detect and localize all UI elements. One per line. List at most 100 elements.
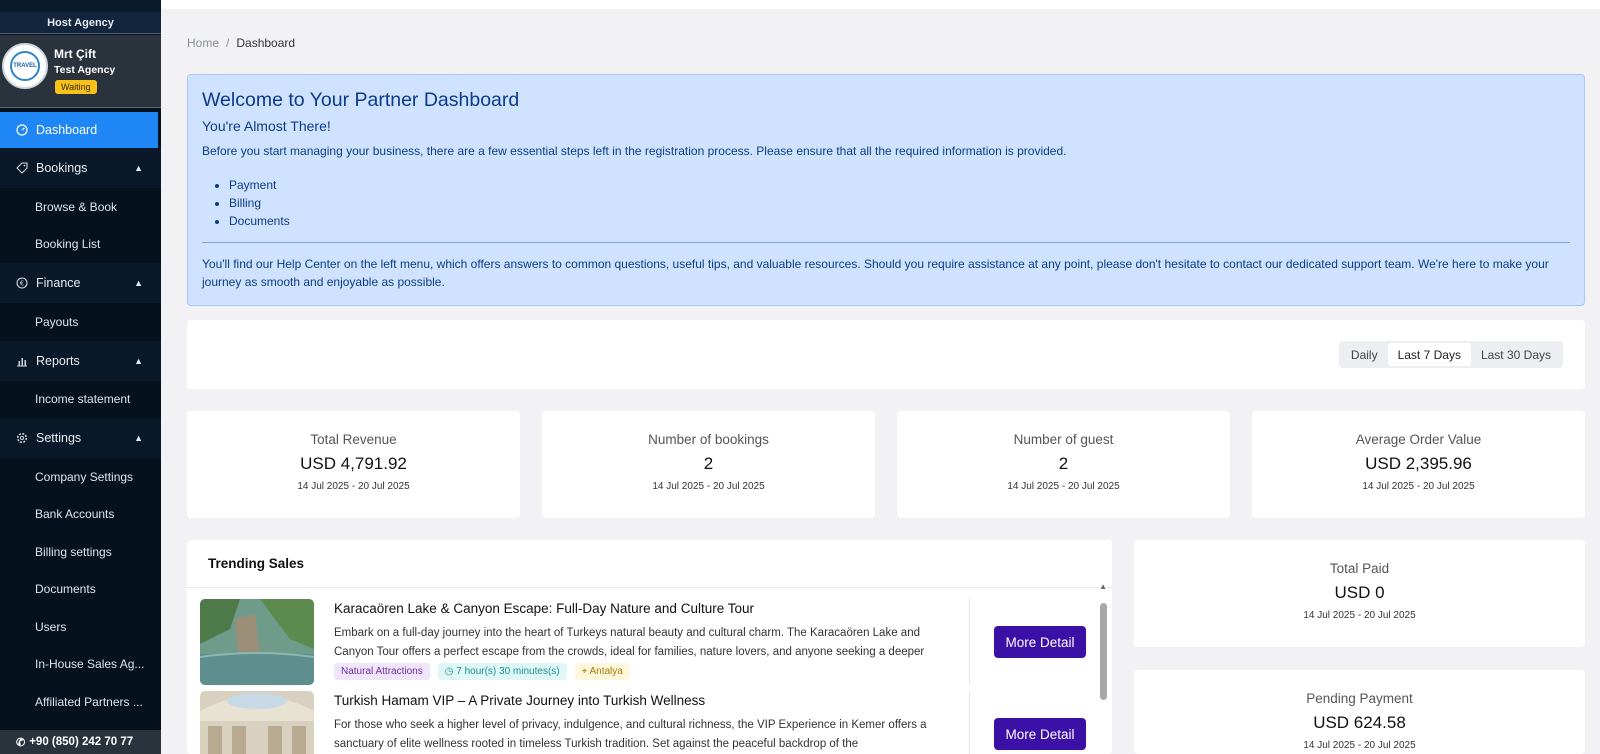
stat-label: Total Revenue bbox=[310, 432, 397, 447]
sidebar-item-label: Dashboard bbox=[36, 123, 98, 137]
filter-last-7-days[interactable]: Last 7 Days bbox=[1387, 343, 1471, 366]
list-item: Documents bbox=[229, 212, 1570, 230]
divider bbox=[969, 599, 970, 685]
breadcrumb-current: Dashboard bbox=[236, 36, 296, 50]
sidebar-item-finance[interactable]: € Finance ▲ bbox=[0, 263, 161, 303]
stat-label: Number of guest bbox=[1013, 432, 1114, 447]
tour-thumbnail[interactable] bbox=[200, 691, 314, 754]
tour-thumbnail[interactable] bbox=[200, 599, 314, 685]
agency-type-label: Host Agency bbox=[0, 0, 161, 34]
phone-number: +90 (850) 242 70 77 bbox=[29, 736, 134, 748]
support-phone[interactable]: ✆ +90 (850) 242 70 77 bbox=[0, 730, 161, 754]
sidebar: Host Agency TRAVEL Mrt Çift Test Agency … bbox=[0, 0, 161, 754]
avatar: TRAVEL bbox=[2, 43, 48, 89]
sidebar-item-browse-book[interactable]: Browse & Book bbox=[0, 188, 161, 226]
stat-date-range: 14 Jul 2025 - 20 Jul 2025 bbox=[1007, 481, 1120, 492]
bar-chart-icon bbox=[15, 354, 28, 367]
stat-date-range: 14 Jul 2025 - 20 Jul 2025 bbox=[1303, 740, 1416, 751]
welcome-alert: Welcome to Your Partner Dashboard You're… bbox=[187, 74, 1585, 306]
stat-value: USD 624.58 bbox=[1313, 713, 1406, 732]
stat-card-total-revenue: Total Revenue USD 4,791.92 14 Jul 2025 -… bbox=[187, 411, 520, 518]
location-tag: ⌖ Antalya bbox=[574, 663, 630, 680]
stat-value: USD 0 bbox=[1334, 583, 1385, 602]
category-tag: Natural Attractions bbox=[334, 663, 430, 680]
sidebar-item-label: Reports bbox=[36, 353, 80, 368]
sidebar-item-billing-settings[interactable]: Billing settings bbox=[0, 533, 161, 571]
more-detail-button[interactable]: More Detail bbox=[994, 718, 1086, 750]
stat-date-range: 14 Jul 2025 - 20 Jul 2025 bbox=[297, 481, 410, 492]
profile-name: Mrt Çift bbox=[54, 47, 96, 61]
chevron-up-icon: ▲ bbox=[134, 278, 143, 288]
filter-last-30-days[interactable]: Last 30 Days bbox=[1471, 343, 1561, 366]
sidebar-item-in-house-sales[interactable]: In-House Sales Ag... bbox=[0, 646, 161, 684]
gear-icon bbox=[15, 432, 28, 445]
stat-card-average-order: Average Order Value USD 2,395.96 14 Jul … bbox=[1252, 411, 1585, 518]
sidebar-item-users[interactable]: Users bbox=[0, 608, 161, 646]
scroll-up-arrow-icon[interactable]: ▲ bbox=[1099, 582, 1107, 591]
profile-card[interactable]: TRAVEL Mrt Çift Test Agency Waiting bbox=[0, 35, 161, 108]
chevron-up-icon: ▲ bbox=[134, 163, 143, 173]
chevron-up-icon: ▲ bbox=[134, 355, 143, 366]
dashboard-icon bbox=[15, 124, 28, 137]
duration-text: 7 hour(s) 30 minutes(s) bbox=[456, 666, 560, 677]
sidebar-item-label: Finance bbox=[36, 276, 81, 290]
chevron-up-icon: ▲ bbox=[134, 433, 143, 443]
list-item: Billing bbox=[229, 194, 1570, 212]
clock-icon: ◷ bbox=[444, 666, 457, 677]
tour-title[interactable]: Turkish Hamam VIP – A Private Journey in… bbox=[334, 693, 705, 708]
sidebar-item-company-settings[interactable]: Company Settings bbox=[0, 458, 161, 496]
sidebar-item-label: Bookings bbox=[36, 161, 88, 175]
sidebar-item-affiliated-partners[interactable]: Affiliated Partners ... bbox=[0, 683, 161, 721]
tour-title[interactable]: Karacaören Lake & Canyon Escape: Full-Da… bbox=[334, 601, 754, 616]
sidebar-item-dashboard[interactable]: Dashboard bbox=[0, 112, 158, 148]
breadcrumb-home[interactable]: Home bbox=[187, 36, 219, 50]
top-header bbox=[161, 0, 1600, 9]
more-detail-button[interactable]: More Detail bbox=[994, 626, 1086, 658]
breadcrumb: Home / Dashboard bbox=[187, 36, 295, 50]
tour-tags: Natural Attractions ◷ 7 hour(s) 30 minut… bbox=[334, 663, 630, 680]
phone-icon: ✆ bbox=[16, 736, 26, 749]
sidebar-item-bank-accounts[interactable]: Bank Accounts bbox=[0, 496, 161, 534]
welcome-subtitle: You're Almost There! bbox=[202, 118, 331, 134]
sidebar-item-booking-list[interactable]: Booking List bbox=[0, 226, 161, 264]
sidebar-nav: Dashboard Bookings ▲ Browse & Book Booki… bbox=[0, 112, 161, 721]
divider bbox=[202, 242, 1570, 243]
sidebar-item-payouts[interactable]: Payouts bbox=[0, 303, 161, 341]
sidebar-item-income-statement[interactable]: Income statement bbox=[0, 381, 161, 419]
trending-sales-panel: Trending Sales Karacaören Lake & Canyon … bbox=[187, 540, 1112, 754]
list-item: Turkish Hamam VIP – A Private Journey in… bbox=[200, 691, 1086, 754]
stat-label: Total Paid bbox=[1329, 561, 1390, 576]
sidebar-item-bookings[interactable]: Bookings ▲ bbox=[0, 148, 161, 188]
sidebar-item-reports[interactable]: Reports ▲ bbox=[0, 340, 161, 381]
sidebar-item-settings[interactable]: Settings ▲ bbox=[0, 418, 161, 458]
divider bbox=[969, 691, 970, 754]
stat-value: USD 4,791.92 bbox=[300, 454, 407, 473]
filter-daily[interactable]: Daily bbox=[1341, 343, 1388, 366]
sidebar-item-documents[interactable]: Documents bbox=[0, 571, 161, 609]
breadcrumb-separator: / bbox=[226, 36, 230, 50]
welcome-title: Welcome to Your Partner Dashboard bbox=[202, 89, 520, 111]
scrollbar-thumb[interactable] bbox=[1100, 603, 1107, 700]
date-filter-bar: Daily Last 7 Days Last 30 Days bbox=[187, 320, 1585, 389]
stat-value: 2 bbox=[703, 454, 714, 473]
duration-tag: ◷ 7 hour(s) 30 minutes(s) bbox=[437, 663, 567, 680]
list-item: Payment bbox=[229, 176, 1570, 194]
svg-text:€: € bbox=[19, 280, 23, 288]
profile-agency: Test Agency bbox=[54, 64, 116, 76]
stat-date-range: 14 Jul 2025 - 20 Jul 2025 bbox=[652, 481, 765, 492]
tour-description: For those who seek a higher level of pri… bbox=[334, 719, 927, 750]
stat-label: Pending Payment bbox=[1306, 691, 1413, 706]
sidebar-item-label: Settings bbox=[36, 431, 82, 445]
stat-card-guests: Number of guest 2 14 Jul 2025 - 20 Jul 2… bbox=[897, 411, 1230, 518]
avatar-logo: TRAVEL bbox=[10, 51, 40, 81]
euro-icon: € bbox=[15, 277, 28, 290]
stat-value: USD 2,395.96 bbox=[1365, 454, 1472, 473]
welcome-intro: Before you start managing your business,… bbox=[202, 144, 1067, 158]
stat-card-pending-payment: Pending Payment USD 624.58 14 Jul 2025 -… bbox=[1134, 670, 1585, 754]
required-steps-list: Payment Billing Documents bbox=[229, 176, 1570, 230]
welcome-help-text: You'll find our Help Center on the left … bbox=[202, 257, 1549, 289]
list-item: Karacaören Lake & Canyon Escape: Full-Da… bbox=[200, 599, 1086, 691]
stat-card-bookings: Number of bookings 2 14 Jul 2025 - 20 Ju… bbox=[542, 411, 875, 518]
stat-card-total-paid: Total Paid USD 0 14 Jul 2025 - 20 Jul 20… bbox=[1134, 540, 1585, 647]
trending-sales-title: Trending Sales bbox=[187, 540, 1112, 588]
